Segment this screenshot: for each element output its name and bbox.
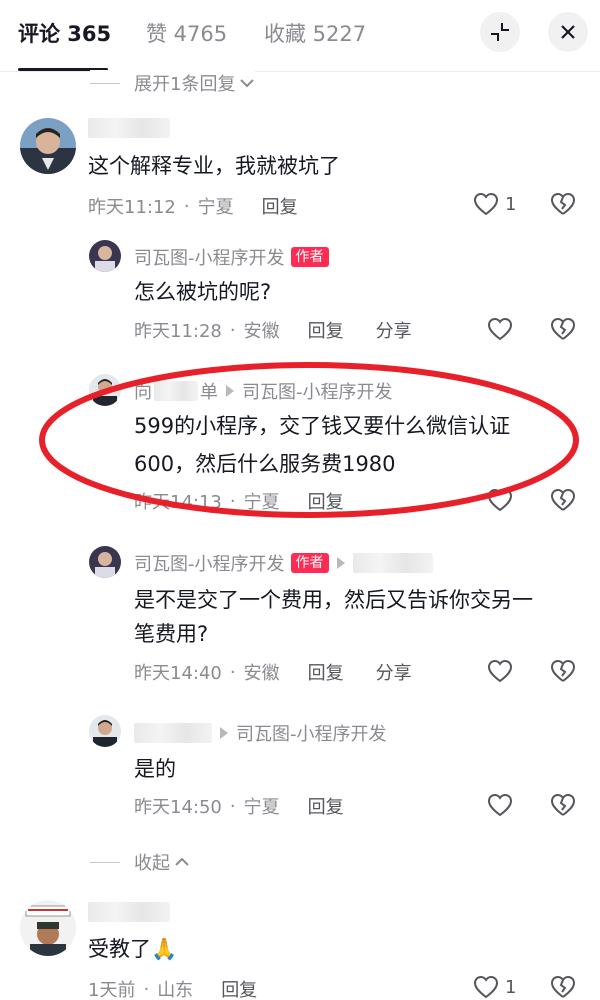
comments-header: 评论 365 赞 4765 收藏 5227 [0,0,600,72]
reply-to-name[interactable]: 司瓦图-小程序开发 [242,378,393,404]
heart-icon [473,192,499,216]
dislike-button[interactable] [550,317,576,341]
like-button[interactable]: 1 [473,975,516,999]
reply-button[interactable]: 回复 [308,488,344,514]
divider-line [90,82,120,84]
comment-time: 昨天14:50 [134,797,222,818]
reply-username[interactable]: 向 单 司瓦图-小程序开发 [134,378,393,404]
reply-username[interactable]: 司瓦图-小程序开发 [134,720,387,746]
reply-arrow-icon [226,385,234,397]
like-button[interactable] [487,488,513,512]
reply-button[interactable]: 回复 [308,317,344,343]
heart-icon [473,975,499,999]
collapse-label: 收起 [134,853,170,874]
divider-line [90,861,120,863]
heart-icon [487,317,513,341]
comment-location: 山东 [157,980,194,1000]
tab-likes[interactable]: 赞 4765 [146,18,227,48]
like-button[interactable]: 1 [473,192,516,216]
comment-text: 这个解释专业，我就被坑了 [88,154,340,178]
comment-meta: 昨天14:40 · 安徽 回复 分享 [134,659,412,685]
comment-text: 怎么被坑的呢? [134,280,272,304]
comment-time: 昨天14:13 [134,492,222,513]
author-name[interactable]: 司瓦图-小程序开发 作者 [134,244,329,270]
reply-button[interactable]: 回复 [221,976,257,1000]
shrink-button[interactable] [480,12,520,52]
comment-meta: 昨天11:12 · 宁夏 回复 [88,193,298,219]
collapse-replies-link[interactable]: 收起 [90,849,190,875]
share-button[interactable]: 分享 [376,317,412,343]
tab-favorites[interactable]: 收藏 5227 [264,18,366,48]
reply-arrow-icon [220,727,228,739]
username-blurred[interactable] [88,118,170,138]
chevron-down-icon [240,79,255,88]
avatar[interactable] [20,118,76,174]
dislike-button[interactable] [550,793,576,817]
expand-replies-label: 展开1条回复 [134,74,236,95]
comment-text-line-1: 是不是交了一个费用，然后又告诉你交另一 [134,588,533,612]
heart-icon [487,659,513,683]
broken-heart-icon [550,488,576,511]
comment-text-line-2: 600，然后什么服务费1980 [134,452,396,476]
comment-location: 宁夏 [243,797,280,818]
close-icon [561,25,575,39]
avatar[interactable] [89,715,121,747]
comment-location: 安徽 [243,663,280,684]
like-button[interactable] [487,317,513,341]
username-blurred[interactable] [88,902,170,922]
shrink-icon [491,23,509,41]
avatar[interactable] [89,240,121,272]
close-button[interactable] [548,12,588,52]
comment-text-line-1: 599的小程序，交了钱又要什么微信认证 [134,414,511,438]
chevron-up-icon [175,857,189,866]
like-count: 1 [505,193,517,215]
comment-text: 受教了🙏 [88,937,178,961]
expand-replies-link[interactable]: 展开1条回复 [90,70,256,96]
dislike-button[interactable] [550,975,576,999]
comment-meta: 昨天14:50 · 宁夏 回复 [134,793,344,819]
author-badge: 作者 [290,553,329,573]
broken-heart-icon [550,975,576,998]
reply-arrow-icon [336,557,345,569]
comment-meta: 昨天11:28 · 安徽 回复 分享 [134,317,412,343]
reply-to-name[interactable]: 司瓦图-小程序开发 [236,720,387,746]
like-button[interactable] [487,659,513,683]
heart-icon [487,488,513,512]
share-button[interactable]: 分享 [376,659,412,685]
broken-heart-icon [550,317,576,340]
comment-location: 宁夏 [197,197,234,218]
author-name[interactable]: 司瓦图-小程序开发 作者 [134,550,433,576]
comment-time: 昨天11:12 [88,197,176,218]
tab-comments[interactable]: 评论 365 [18,18,111,48]
avatar[interactable] [89,374,121,406]
reply-button[interactable]: 回复 [308,659,344,685]
reply-to-blurred[interactable] [352,553,433,573]
broken-heart-icon [550,192,576,215]
author-badge: 作者 [290,247,329,267]
reply-button[interactable]: 回复 [308,793,344,819]
dislike-button[interactable] [550,659,576,683]
comment-location: 安徽 [243,321,280,342]
dislike-button[interactable] [550,192,576,216]
comment-text: 是的 [134,757,176,781]
dislike-button[interactable] [550,488,576,512]
avatar[interactable] [89,546,121,578]
heart-icon [487,793,513,817]
comment-time: 1天前 [88,980,136,1000]
broken-heart-icon [550,793,576,816]
reply-button[interactable]: 回复 [262,193,298,219]
comment-location: 宁夏 [243,492,280,513]
broken-heart-icon [550,659,576,682]
avatar[interactable] [20,900,76,956]
comment-meta: 1天前 · 山东 回复 [88,976,257,1000]
comment-text-line-2: 笔费用? [134,622,209,646]
comment-time: 昨天14:40 [134,663,222,684]
comment-meta: 昨天14:13 · 宁夏 回复 [134,488,344,514]
like-button[interactable] [487,793,513,817]
like-count: 1 [505,976,517,998]
comment-time: 昨天11:28 [134,321,222,342]
